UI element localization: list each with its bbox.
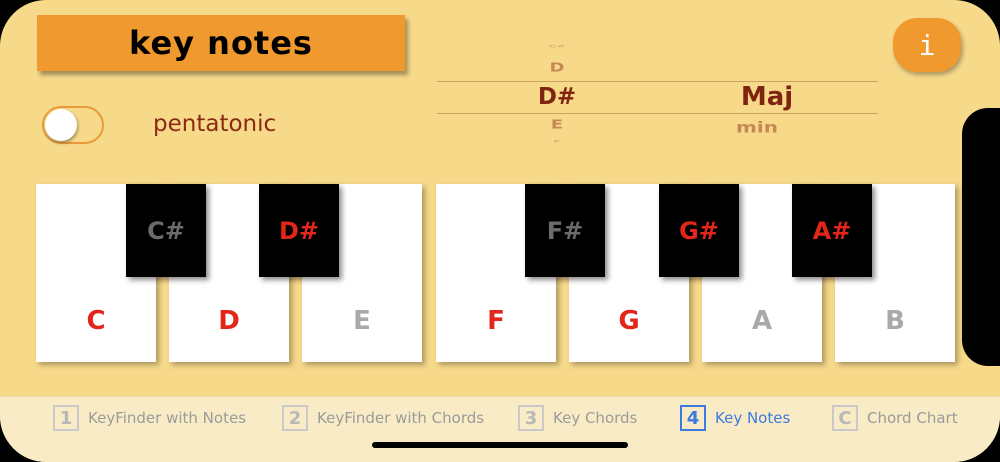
- black-key-d-sharp[interactable]: D#: [259, 184, 339, 277]
- app-screen: key notes i pentatonic C# D D# E F Maj m…: [0, 0, 1000, 462]
- note-selected[interactable]: D#: [525, 84, 589, 110]
- tab-keyfinder-notes[interactable]: 1 KeyFinder with Notes: [53, 405, 246, 431]
- tab-key-notes[interactable]: 4 Key Notes: [680, 405, 790, 431]
- key-label: F#: [546, 216, 584, 245]
- black-key-c-sharp[interactable]: C#: [126, 184, 206, 277]
- page-title: key notes: [129, 24, 313, 62]
- tab-bar: 1 KeyFinder with Notes 2 KeyFinder with …: [0, 396, 1000, 462]
- black-key-a-sharp[interactable]: A#: [792, 184, 872, 277]
- piano-keyboard: C D E F G A B C# D# F# G# A#: [36, 184, 956, 364]
- tab-keyfinder-chords[interactable]: 2 KeyFinder with Chords: [282, 405, 484, 431]
- tab-label: Key Chords: [553, 409, 638, 427]
- tab-number-icon: 4: [680, 405, 706, 431]
- key-label: A: [751, 306, 773, 336]
- tab-label: Key Notes: [715, 409, 791, 427]
- home-indicator[interactable]: [372, 442, 628, 448]
- key-label: F: [487, 306, 505, 336]
- picker-selection-line-top: [437, 81, 878, 82]
- tab-number-icon: 1: [53, 405, 79, 431]
- tab-label: Chord Chart: [867, 409, 958, 427]
- tab-chord-chart[interactable]: C Chord Chart: [832, 405, 958, 431]
- pentatonic-label: pentatonic: [153, 111, 277, 137]
- note-option[interactable]: F: [525, 139, 589, 144]
- key-label: G: [618, 306, 640, 336]
- black-key-g-sharp[interactable]: G#: [659, 184, 739, 277]
- toggle-knob: [45, 109, 77, 141]
- tab-key-chords[interactable]: 3 Key Chords: [518, 405, 637, 431]
- mode-option[interactable]: min: [727, 118, 787, 136]
- key-label: C: [86, 306, 106, 336]
- note-option[interactable]: E: [525, 117, 589, 132]
- tab-label: KeyFinder with Notes: [88, 409, 247, 427]
- key-label: A#: [812, 216, 852, 245]
- pentatonic-toggle[interactable]: [42, 106, 104, 144]
- device-notch: [962, 108, 1000, 366]
- key-label: D: [218, 306, 240, 336]
- picker-selection-line-bottom: [437, 113, 878, 114]
- tab-label: KeyFinder with Chords: [317, 409, 485, 427]
- info-button[interactable]: i: [893, 18, 961, 72]
- mode-selected[interactable]: Maj: [727, 82, 807, 112]
- note-option[interactable]: C#: [525, 44, 589, 49]
- key-label: B: [885, 306, 905, 336]
- key-label: C#: [147, 216, 185, 245]
- note-option[interactable]: D: [525, 60, 589, 75]
- key-picker[interactable]: C# D D# E F Maj min: [437, 40, 878, 150]
- info-icon: i: [918, 28, 936, 62]
- key-label: D#: [278, 216, 320, 245]
- tab-number-icon: 2: [282, 405, 308, 431]
- key-label: E: [353, 306, 371, 336]
- black-key-f-sharp[interactable]: F#: [525, 184, 605, 277]
- key-label: G#: [679, 216, 719, 245]
- title-banner: key notes: [37, 15, 405, 71]
- tab-number-icon: 3: [518, 405, 544, 431]
- tab-number-icon: C: [832, 405, 858, 431]
